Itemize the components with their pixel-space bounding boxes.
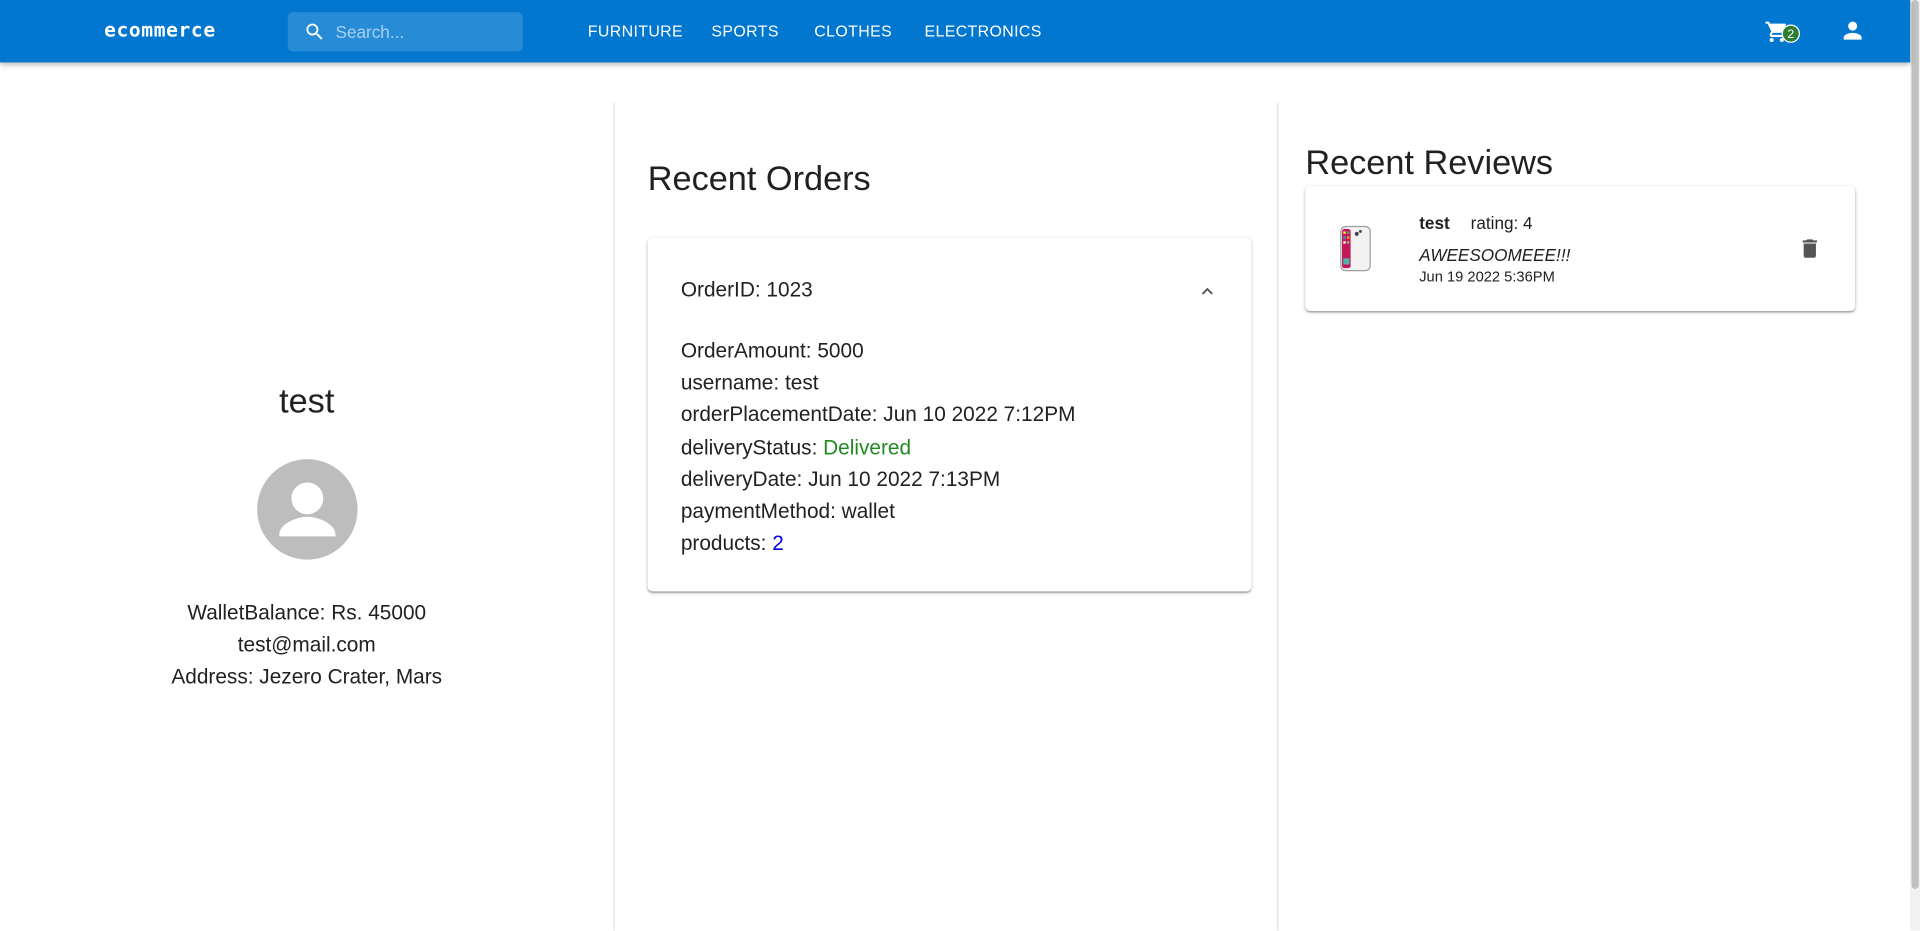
app-bar: ecommerce FURNITURE SPORTS CLOTHES ELECT… (0, 0, 1911, 63)
profile-email: test@mail.com (237, 633, 376, 657)
avatar (257, 459, 358, 560)
product-thumbnail[interactable] (1340, 225, 1372, 272)
column-divider (1277, 102, 1279, 931)
column-divider (613, 102, 615, 931)
cart-button[interactable]: 2 (1761, 16, 1803, 48)
account-icon[interactable] (1839, 17, 1866, 44)
profile-name: test (279, 382, 335, 421)
recent-orders-title: Recent Orders (647, 159, 871, 198)
profile-details: WalletBalance: Rs. 45000 test@mail.com A… (0, 598, 613, 694)
nav-clothes[interactable]: CLOTHES (814, 22, 892, 40)
search-input[interactable] (335, 12, 517, 52)
delivery-status-value: Delivered (823, 435, 912, 459)
profile-address: Address: Jezero Crater, Mars (171, 664, 443, 689)
review-rating: rating: 4 (1470, 213, 1533, 233)
products-row: products: 2 (681, 528, 1076, 560)
trash-icon[interactable] (1798, 235, 1822, 262)
profile-panel: test WalletBalance: Rs. 45000 test@mail.… (0, 103, 613, 931)
search-box (287, 12, 523, 52)
page: ecommerce FURNITURE SPORTS CLOTHES ELECT… (0, 0, 1920, 931)
order-placement-date: orderPlacementDate: Jun 10 2022 7:12PM (680, 403, 1076, 427)
nav-furniture[interactable]: FURNITURE (588, 22, 683, 40)
wallet-balance: WalletBalance: Rs. 45000 (187, 601, 427, 625)
order-id: OrderID: 1023 (680, 277, 813, 302)
products-count-link[interactable]: 2 (772, 532, 784, 555)
review-card: test rating: 4 AWEESOOMEEE!!! Jun 19 202… (1305, 186, 1856, 312)
review-date: Jun 19 2022 5:36PM (1419, 268, 1555, 286)
nav-electronics[interactable]: ELECTRONICS (924, 22, 1041, 40)
order-accordion-header[interactable]: OrderID: 1023 (648, 238, 1252, 343)
review-text: AWEESOOMEEE!!! (1419, 244, 1571, 265)
delivery-status-label: deliveryStatus: (680, 435, 824, 459)
delivery-date: deliveryDate: Jun 10 2022 7:13PM (680, 467, 1001, 491)
nav-sports[interactable]: SPORTS (711, 22, 778, 40)
order-details: OrderAmount: 5000 username: test orderPl… (681, 336, 1076, 561)
order-username: username: test (680, 371, 819, 395)
recent-reviews-title: Recent Reviews (1305, 143, 1554, 182)
products-label: products: (680, 531, 773, 555)
order-amount: OrderAmount: 5000 (680, 339, 864, 363)
search-icon (306, 23, 323, 40)
person-icon (279, 482, 336, 537)
delivery-status-row: deliveryStatus: Delivered (681, 432, 1076, 464)
scrollbar-thumb[interactable] (1911, 0, 1919, 889)
payment-method: paymentMethod: wallet (680, 499, 895, 523)
chevron-up-icon[interactable] (1196, 280, 1218, 302)
review-username: test (1419, 213, 1450, 233)
brand-logo[interactable]: ecommerce (104, 18, 216, 41)
order-card: OrderID: 1023 OrderAmount: 5000 username… (647, 237, 1252, 592)
cart-count-badge: 2 (1781, 24, 1801, 43)
